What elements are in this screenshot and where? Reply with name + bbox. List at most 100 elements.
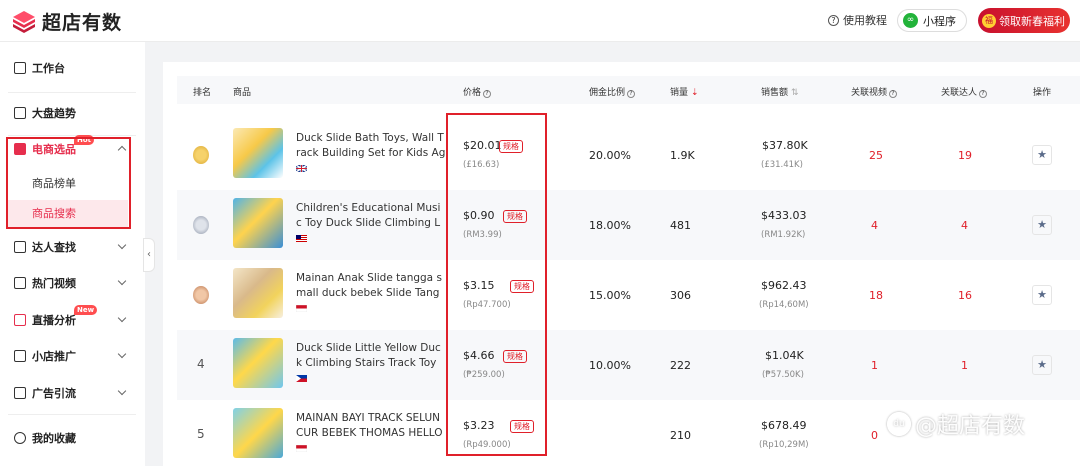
gold-medal-icon [193,146,209,164]
chevron-down-icon [117,386,127,396]
related-creators[interactable]: 1 [961,359,968,372]
bronze-medal-icon [193,286,209,304]
sidebar-item-live-analysis[interactable]: 直播分析 New [0,302,145,338]
watermark-text: @超店有数 [915,414,1026,439]
help-label: 使用教程 [843,14,887,27]
user-search-icon [14,241,26,253]
sidebar-item-workbench[interactable]: 工作台 [0,50,145,86]
header-revenue[interactable]: 销售额 ⇅ [761,85,799,98]
revenue: $1.04K [765,349,804,362]
sidebar: 工作台 大盘趋势 电商选品 Hot 商品榜单 商品搜索 达人查找 热门视频 直播… [0,42,145,466]
favorite-button[interactable]: ★ [1032,285,1052,305]
related-videos[interactable]: 25 [869,149,883,162]
header-action: 操作 [1033,88,1052,98]
product-thumbnail[interactable] [233,198,283,248]
video-icon [14,277,26,289]
revenue-local: (₱57.50K) [762,370,804,380]
gift-icon: 福 [982,13,996,28]
sidebar-item-label: 我的收藏 [32,432,76,445]
info-icon: ? [483,90,492,98]
product-name[interactable]: Mainan Anak Slide tangga small duck bebe… [296,271,446,301]
rank-number: 4 [197,357,205,371]
highlight-box-sidebar [6,137,131,229]
sales-count: 306 [670,289,691,302]
mini-program-button[interactable]: ∞ 小程序 [897,9,967,32]
commission-rate: 15.00% [589,289,631,302]
trend-icon [14,107,26,119]
star-icon: ★ [1037,358,1047,371]
star-icon: ★ [1037,288,1047,301]
star-icon: ★ [1037,148,1047,161]
sidebar-collapse-button[interactable]: ‹ [143,238,155,272]
sidebar-item-label: 直播分析 [32,314,76,327]
product-thumbnail[interactable] [233,408,283,458]
product-name[interactable]: Duck Slide Little Yellow Duck Climbing S… [296,341,446,371]
revenue-local: (£31.41K) [761,160,803,170]
favorite-button[interactable]: ★ [1032,215,1052,235]
logo[interactable]: 超店有数 [12,8,122,35]
sort-desc-icon: ⇣ [691,88,699,98]
header-price[interactable]: 价格? [463,85,492,98]
revenue: $37.80K [762,139,808,152]
header-creators[interactable]: 关联达人? [941,85,988,98]
sidebar-item-creator-search[interactable]: 达人查找 [0,229,145,265]
header-sales[interactable]: 销量 ⇣ [670,85,699,98]
revenue: $678.49 [761,419,807,432]
product-thumbnail[interactable] [233,338,283,388]
commission-rate: 18.00% [589,219,631,232]
product-thumbnail[interactable] [233,268,283,318]
sidebar-item-shop-promotion[interactable]: 小店推广 [0,338,145,374]
related-creators[interactable]: 16 [958,289,972,302]
home-icon [14,62,26,74]
sidebar-item-label: 达人查找 [32,241,76,254]
philippines-flag-icon [296,375,307,382]
sidebar-item-ad-traffic[interactable]: 广告引流 [0,375,145,411]
favorite-button[interactable]: ★ [1032,145,1052,165]
sales-count: 1.9K [670,149,695,162]
related-videos[interactable]: 18 [869,289,883,302]
new-badge: New [74,305,98,315]
sidebar-item-hot-videos[interactable]: 热门视频 [0,265,145,301]
header-videos[interactable]: 关联视频? [851,85,898,98]
related-videos[interactable]: 0 [871,429,878,442]
revenue: $433.03 [761,209,807,222]
revenue: $962.43 [761,279,807,292]
shop-icon [14,350,26,362]
sidebar-item-market-trend[interactable]: 大盘趋势 [0,95,145,131]
related-creators[interactable]: 19 [958,149,972,162]
question-icon: ? [828,14,839,26]
revenue-local: (Rp10,29M) [759,440,809,450]
product-thumbnail[interactable] [233,128,283,178]
favorite-button[interactable]: ★ [1032,355,1052,375]
mini-program-label: 小程序 [923,14,956,28]
top-bar: 超店有数 ? 使用教程 ∞ 小程序 福 领取新春福利 [0,0,1080,42]
product-name[interactable]: Duck Slide Bath Toys, Wall Track Buildin… [296,131,446,161]
sales-count: 222 [670,359,691,372]
indonesia-flag-icon [296,305,307,312]
revenue-local: (Rp14,60M) [759,300,809,310]
chevron-down-icon [117,313,127,323]
divider [8,92,136,93]
related-creators[interactable]: 4 [961,219,968,232]
info-icon: ? [627,90,636,98]
commission-rate: 20.00% [589,149,631,162]
highlight-box-price [446,113,547,456]
related-videos[interactable]: 1 [871,359,878,372]
header-commission[interactable]: 佣金比例? [589,85,636,98]
sidebar-item-label: 小店推广 [32,350,76,363]
sidebar-item-favorites[interactable]: 我的收藏 [0,420,145,456]
promo-button[interactable]: 福 领取新春福利 [978,8,1070,33]
product-name[interactable]: MAINAN BAYI TRACK SELUNCUR BEBEK THOMAS … [296,411,446,441]
related-videos[interactable]: 4 [871,219,878,232]
sidebar-item-label: 热门视频 [32,277,76,290]
chevron-down-icon [117,240,127,250]
revenue-local: (RM1.92K) [761,230,806,240]
chevron-down-icon [117,276,127,286]
product-name[interactable]: Children's Educational Music Toy Duck Sl… [296,201,446,231]
silver-medal-icon [193,216,209,234]
help-link[interactable]: ? 使用教程 [828,12,887,28]
chevron-down-icon [117,349,127,359]
commission-rate: 10.00% [589,359,631,372]
rank-number: 5 [197,427,205,441]
sales-count: 481 [670,219,691,232]
